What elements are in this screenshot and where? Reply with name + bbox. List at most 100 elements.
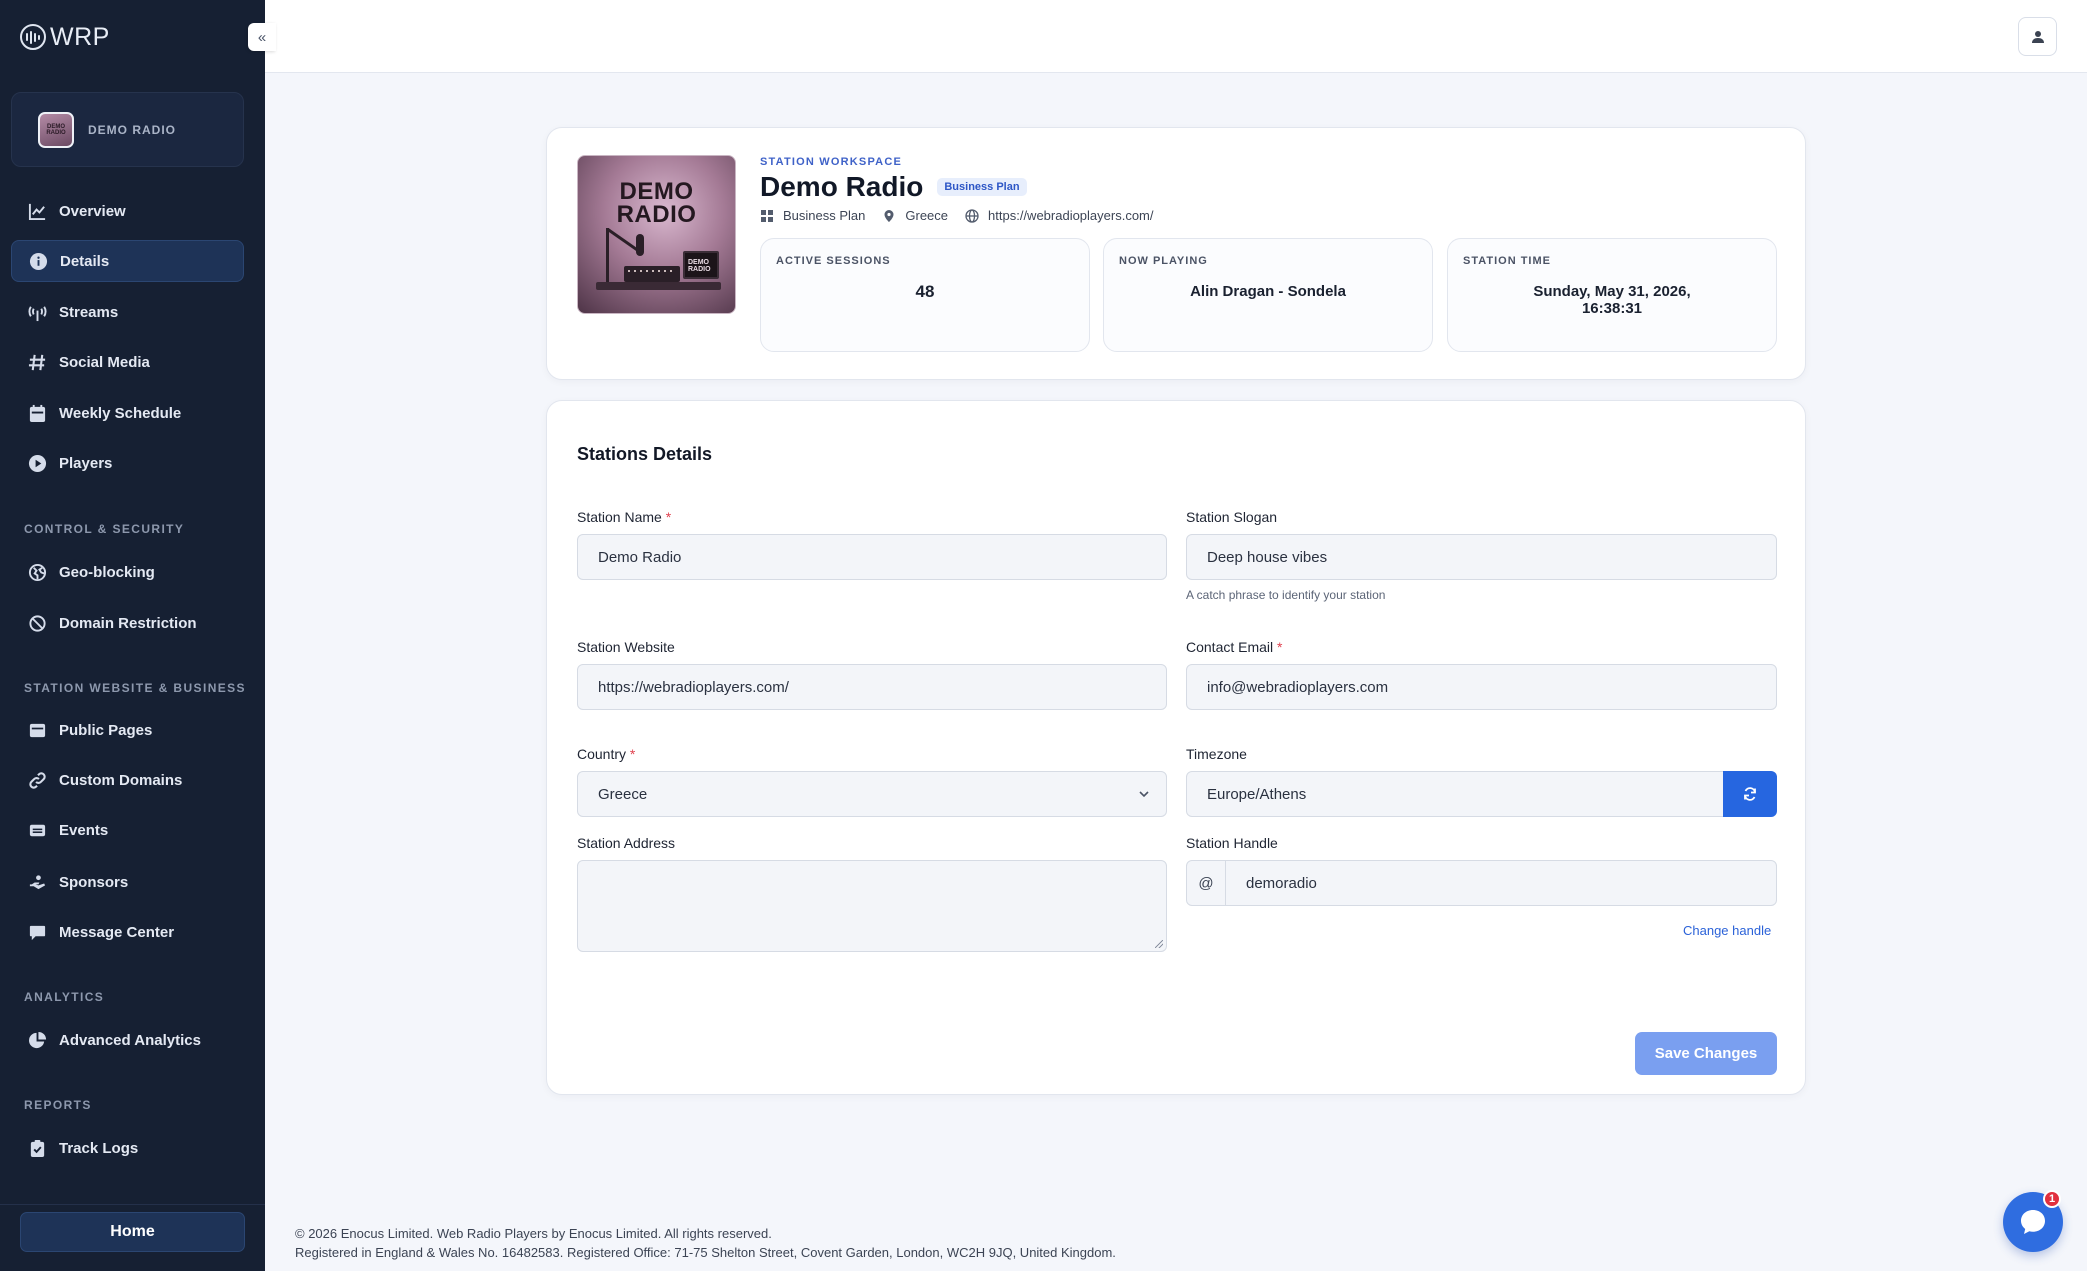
sidebar-item-overview[interactable]: Overview: [11, 190, 244, 232]
calendar-icon: [27, 403, 47, 423]
sidebar-item-label: Social Media: [59, 353, 150, 371]
sidebar-item-label: Players: [59, 454, 113, 472]
sidebar-item-players[interactable]: Players: [11, 442, 244, 484]
sidebar-item-events[interactable]: Events: [11, 809, 244, 851]
handshake-icon: [27, 872, 47, 892]
sidebar-item-social-media[interactable]: Social Media: [11, 341, 244, 383]
section-label-control-security: CONTROL & SECURITY: [24, 522, 185, 536]
sidebar-item-label: Custom Domains: [59, 771, 183, 789]
section-title: Stations Details: [577, 444, 713, 464]
station-meta: Business Plan Greece https://webradiopla…: [760, 208, 1171, 223]
stat-label: NOW PLAYING: [1119, 255, 1208, 267]
sidebar-divider: [0, 1204, 265, 1205]
station-switcher-name: DEMO RADIO: [88, 122, 176, 137]
footer: © 2026 Enocus Limited. Web Radio Players…: [295, 1224, 1116, 1262]
plan-badge: Business Plan: [937, 178, 1027, 196]
user-icon: [2031, 30, 2044, 43]
sidebar-item-label: Streams: [59, 303, 119, 321]
home-button[interactable]: Home: [20, 1212, 245, 1252]
station-avatar: DEMO RADIO: [38, 111, 74, 148]
section-label-analytics: ANALYTICS: [24, 990, 105, 1004]
sidebar-item-label: Overview: [59, 202, 126, 220]
sidebar-item-sponsors[interactable]: Sponsors: [11, 861, 244, 903]
sidebar-item-label: Details: [60, 252, 110, 270]
station-header-card: DEMO RADIO DEMO RADIO STATION WORKSPACE …: [546, 127, 1806, 380]
station-address-textarea[interactable]: [577, 860, 1167, 952]
station-website-input[interactable]: https://webradioplayers.com/: [577, 664, 1167, 710]
detect-timezone-button[interactable]: [1723, 771, 1777, 817]
station-slogan-label: Station Slogan: [1186, 509, 1278, 525]
info-circle-icon: [28, 251, 48, 271]
sidebar-item-details[interactable]: Details: [11, 240, 244, 282]
footer-copyright: © 2026 Enocus Limited. Web Radio Players…: [295, 1226, 772, 1241]
message-icon: [27, 922, 47, 942]
stat-label: STATION TIME: [1463, 255, 1551, 267]
station-website-label: Station Website: [577, 639, 675, 655]
footer-registration: Registered in England & Wales No. 164825…: [295, 1245, 1116, 1260]
sidebar: WRP DEMO RADIO DEMO RADIO Overview Detai…: [0, 0, 265, 1271]
station-name-input[interactable]: Demo Radio: [577, 534, 1167, 580]
sidebar-item-streams[interactable]: Streams: [11, 291, 244, 333]
chat-unread-badge: 1: [2043, 1190, 2061, 1208]
stat-now-playing: NOW PLAYING Alin Dragan - Sondela: [1103, 238, 1433, 352]
user-menu-button[interactable]: [2018, 17, 2057, 56]
sidebar-item-track-logs[interactable]: Track Logs: [11, 1127, 244, 1169]
station-switcher[interactable]: DEMO RADIO DEMO RADIO: [11, 92, 244, 167]
country-label: Country *: [577, 746, 636, 762]
change-handle-link[interactable]: Change handle: [1683, 923, 1771, 938]
contact-email-label: Contact Email *: [1186, 639, 1283, 655]
station-cover-image: DEMO RADIO DEMO RADIO: [577, 155, 736, 314]
stat-value: 48: [915, 282, 935, 301]
contact-email-input[interactable]: info@webradioplayers.com: [1186, 664, 1777, 710]
sidebar-item-custom-domains[interactable]: Custom Domains: [11, 759, 244, 801]
pie-chart-icon: [27, 1030, 47, 1050]
stat-station-time: STATION TIME Sunday, May 31, 2026, 16:38…: [1447, 238, 1777, 352]
sidebar-item-label: Message Center: [59, 923, 175, 941]
timezone-input[interactable]: Europe/Athens: [1186, 771, 1724, 817]
workspace-eyebrow: STATION WORKSPACE: [760, 156, 903, 168]
stat-value: Alin Dragan - Sondela: [1190, 283, 1346, 300]
play-circle-icon: [27, 453, 47, 473]
station-name-label: Station Name *: [577, 509, 672, 525]
globe-icon: [965, 208, 979, 223]
topbar: [265, 0, 2087, 73]
country-select[interactable]: Greece: [577, 771, 1167, 817]
chat-icon: [2021, 1210, 2045, 1234]
sidebar-item-label: Advanced Analytics: [59, 1031, 201, 1049]
sidebar-item-message-center[interactable]: Message Center: [11, 911, 244, 953]
station-slogan-hint: A catch phrase to identify your station: [1186, 588, 1386, 602]
sidebar-item-public-pages[interactable]: Public Pages: [11, 709, 244, 751]
section-label-station-website-business: STATION WEBSITE & BUSINESS: [24, 681, 246, 695]
stat-label: ACTIVE SESSIONS: [776, 255, 891, 267]
save-changes-button[interactable]: Save Changes: [1635, 1032, 1777, 1075]
sidebar-item-weekly-schedule[interactable]: Weekly Schedule: [11, 392, 244, 434]
collapse-sidebar-button[interactable]: «: [248, 23, 276, 51]
station-slogan-input[interactable]: Deep house vibes: [1186, 534, 1777, 580]
cover-title: DEMO RADIO: [616, 178, 697, 228]
sidebar-item-label: Weekly Schedule: [59, 404, 182, 422]
meta-website[interactable]: https://webradioplayers.com/: [965, 208, 1154, 223]
handle-prefix: @: [1186, 860, 1226, 906]
microphone-icon: [636, 234, 644, 256]
sidebar-item-advanced-analytics[interactable]: Advanced Analytics: [11, 1019, 244, 1061]
meta-plan: Business Plan: [760, 208, 865, 223]
page-title: Demo Radio: [760, 171, 924, 202]
brand-name: WRP: [50, 22, 110, 51]
broadcast-tower-icon: [27, 302, 47, 322]
sidebar-item-label: Domain Restriction: [59, 614, 197, 632]
globe-lock-icon: [27, 562, 47, 582]
meta-country: Greece: [882, 208, 948, 223]
mixer-illustration: [624, 266, 680, 282]
sidebar-item-geo-blocking[interactable]: Geo-blocking: [11, 551, 244, 593]
station-address-label: Station Address: [577, 835, 676, 851]
chevron-down-icon: [1139, 791, 1149, 798]
brand-logo[interactable]: WRP: [20, 22, 110, 52]
clipboard-check-icon: [27, 1138, 47, 1158]
wrp-logo-icon: [20, 24, 46, 50]
station-handle-input[interactable]: demoradio: [1225, 860, 1777, 906]
sidebar-item-domain-restriction[interactable]: Domain Restriction: [11, 602, 244, 644]
refresh-icon: [1744, 787, 1756, 801]
station-handle-label: Station Handle: [1186, 835, 1278, 851]
stat-active-sessions: ACTIVE SESSIONS 48: [760, 238, 1090, 352]
chart-line-icon: [27, 201, 47, 221]
